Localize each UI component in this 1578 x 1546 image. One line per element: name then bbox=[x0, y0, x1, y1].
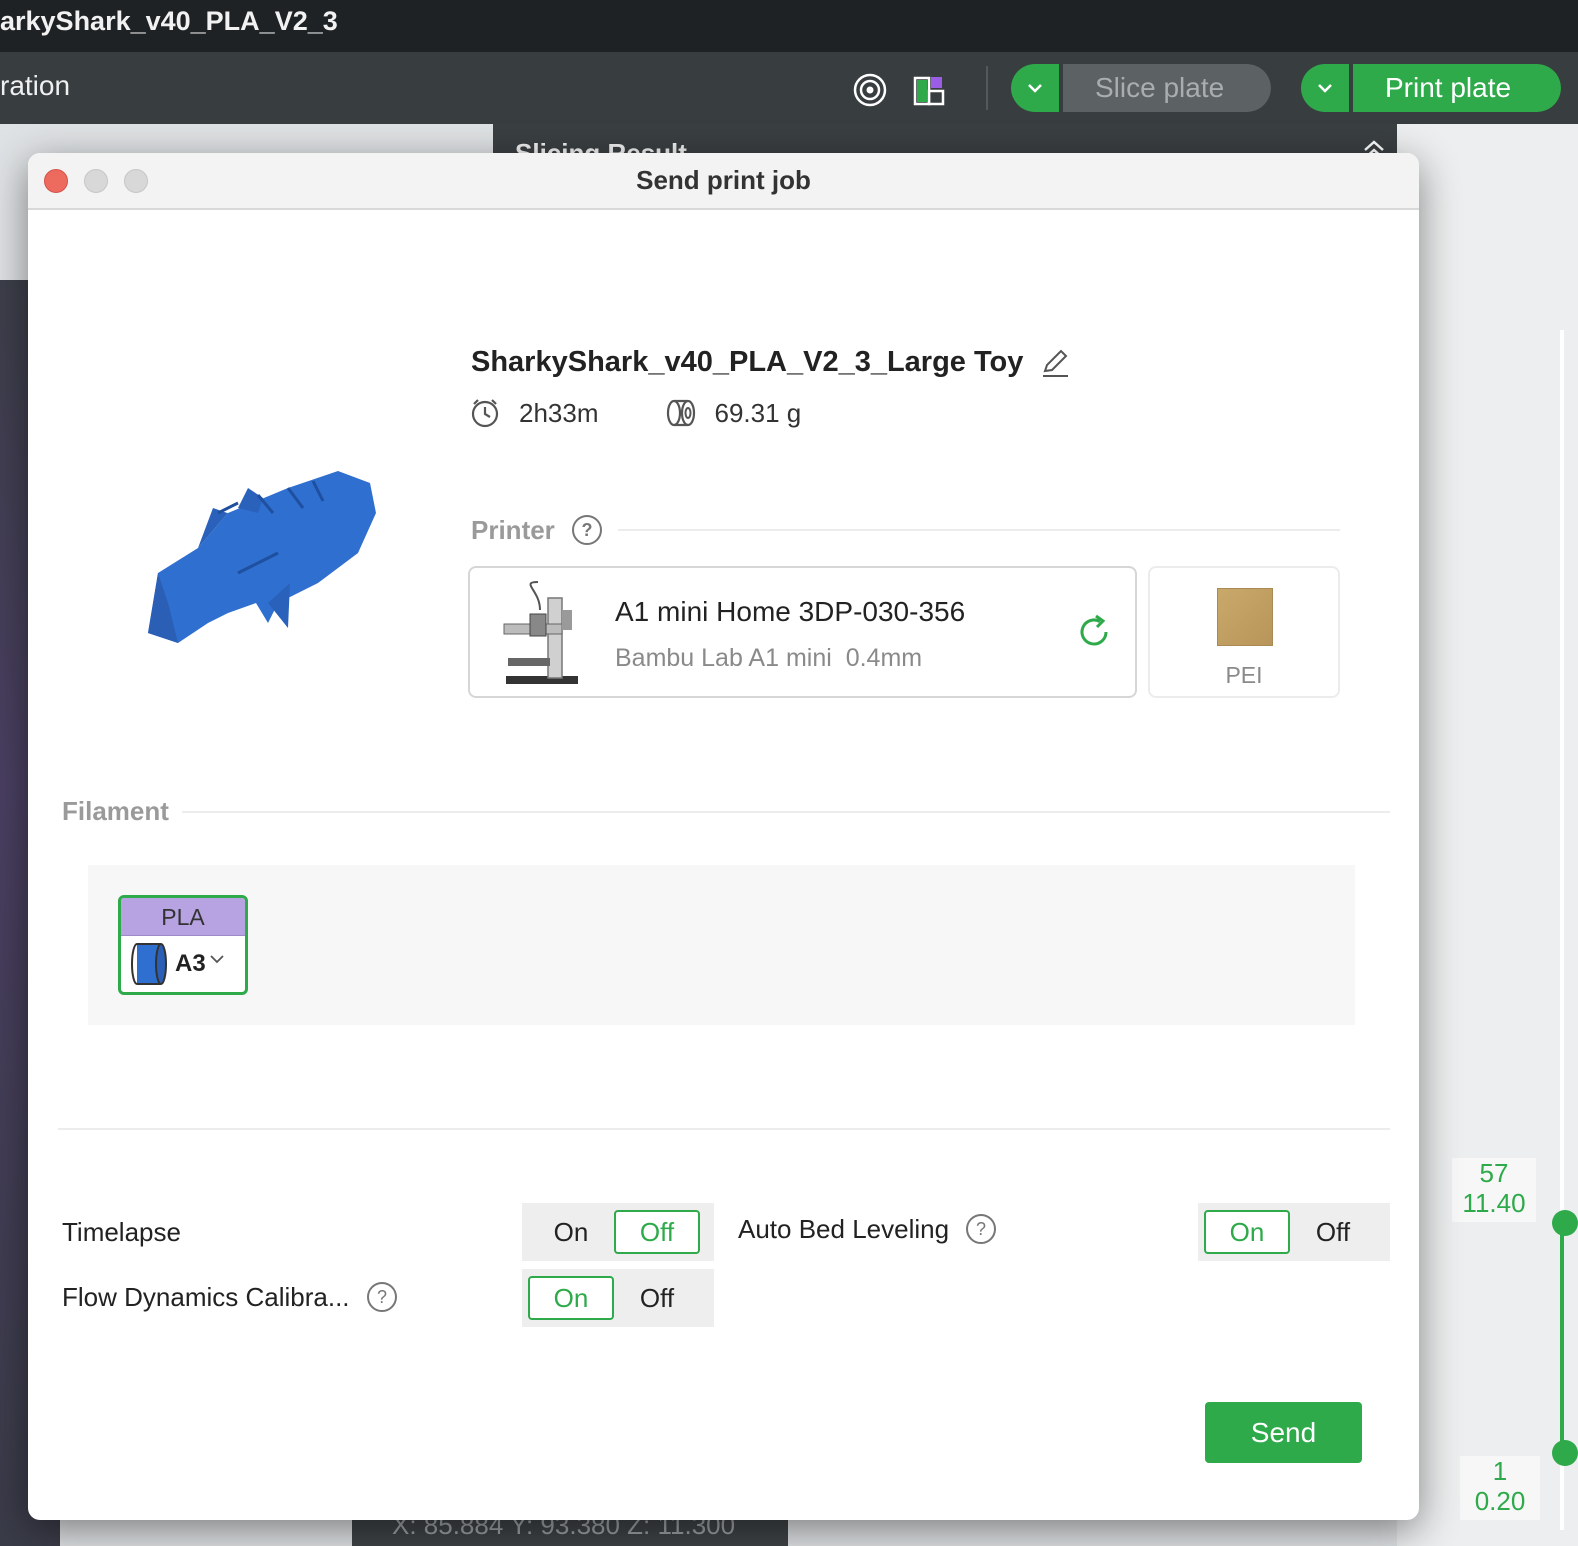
plate-type-card[interactable]: PEI bbox=[1148, 566, 1340, 698]
printer-name: A1 mini Home 3DP-030-356 bbox=[615, 596, 966, 627]
chevron-down-icon bbox=[1318, 84, 1332, 93]
printer-model: Bambu Lab A1 mini 0.4mm bbox=[615, 644, 922, 673]
print-options-dropdown[interactable] bbox=[1301, 64, 1349, 112]
print-time: 2h33m bbox=[519, 397, 599, 428]
settings-icon[interactable] bbox=[852, 72, 888, 108]
job-name-row: SharkyShark_v40_PLA_V2_3_Large Toy bbox=[471, 346, 1071, 379]
printer-section-label: Printer bbox=[471, 514, 555, 545]
layout-icon[interactable] bbox=[912, 72, 948, 108]
timelapse-off[interactable]: Off bbox=[614, 1210, 700, 1254]
timelapse-label-text: Timelapse bbox=[62, 1217, 181, 1247]
svg-text:?: ? bbox=[377, 1287, 387, 1307]
flow-dynamics-toggle: On Off bbox=[522, 1269, 714, 1327]
app-toolbar: ration Slice plate Print plate bbox=[0, 52, 1578, 124]
print-plate-split-button: Print plate bbox=[1301, 64, 1561, 112]
filament-slot: A3 bbox=[175, 950, 206, 977]
slice-plate-button[interactable]: Slice plate bbox=[1063, 64, 1271, 112]
clock-icon bbox=[471, 399, 499, 428]
help-icon[interactable]: ? bbox=[366, 1281, 398, 1313]
plate-swatch bbox=[1217, 588, 1273, 646]
nozzle-size: 0.4mm bbox=[845, 644, 923, 672]
filament-weight: 69.31 g bbox=[714, 397, 802, 428]
auto-bed-leveling-label-text: Auto Bed Leveling bbox=[738, 1213, 950, 1244]
layer-top-number: 57 bbox=[1479, 1158, 1509, 1188]
layer-slider-panel bbox=[1397, 124, 1578, 1546]
filament-section-header: Filament bbox=[62, 796, 169, 827]
model-thumbnail bbox=[148, 471, 376, 643]
layer-slider-top-handle[interactable] bbox=[1552, 1210, 1578, 1236]
filament-slot-card[interactable]: PLA A3 bbox=[118, 895, 248, 995]
toolbar-separator bbox=[986, 66, 988, 110]
job-name: SharkyShark_v40_PLA_V2_3_Large Toy bbox=[471, 346, 1024, 378]
filament-icon bbox=[666, 399, 695, 427]
slice-plate-split-button: Slice plate bbox=[1011, 64, 1271, 112]
send-button[interactable]: Send bbox=[1205, 1402, 1362, 1463]
slice-options-dropdown[interactable] bbox=[1011, 64, 1059, 112]
toolbar-tab-label[interactable]: ration bbox=[0, 70, 70, 102]
auto-bed-leveling-on[interactable]: On bbox=[1204, 1210, 1290, 1254]
print-time-stat: 2h33m bbox=[469, 397, 599, 429]
dialog-title: Send print job bbox=[636, 165, 811, 195]
flow-dynamics-label-text: Flow Dynamics Calibra... bbox=[62, 1281, 350, 1312]
auto-bed-leveling-toggle: On Off bbox=[1198, 1203, 1390, 1261]
filament-section-label: Filament bbox=[62, 796, 169, 826]
layer-bottom-label: 1 0.20 bbox=[1460, 1456, 1540, 1520]
edit-icon[interactable] bbox=[1039, 347, 1071, 379]
printer-model-name: Bambu Lab A1 mini bbox=[615, 644, 832, 672]
flow-dynamics-on[interactable]: On bbox=[528, 1276, 614, 1320]
send-print-job-dialog: Send print job SharkyShark_v40_PLA_V2_3_… bbox=[28, 153, 1419, 1520]
layer-top-height: 11.40 bbox=[1462, 1188, 1526, 1218]
layer-top-label: 57 11.40 bbox=[1452, 1158, 1536, 1222]
help-icon[interactable]: ? bbox=[965, 1213, 997, 1245]
print-plate-button[interactable]: Print plate bbox=[1353, 64, 1561, 112]
layer-bottom-height: 0.20 bbox=[1474, 1486, 1526, 1516]
layer-slider-bottom-handle[interactable] bbox=[1552, 1440, 1578, 1466]
printer-section-header: Printer ? bbox=[471, 514, 603, 546]
svg-text:?: ? bbox=[581, 520, 592, 540]
filament-type: PLA bbox=[121, 898, 245, 936]
filament-section-divider bbox=[182, 811, 1390, 813]
filament-slot-selector[interactable]: A3 bbox=[129, 942, 226, 986]
printer-image bbox=[503, 581, 578, 684]
flow-dynamics-off[interactable]: Off bbox=[614, 1276, 700, 1320]
timelapse-label: Timelapse bbox=[62, 1217, 181, 1248]
chevron-down-icon bbox=[210, 955, 224, 964]
printer-card[interactable]: A1 mini Home 3DP-030-356 Bambu Lab A1 mi… bbox=[468, 566, 1137, 698]
layer-bottom-number: 1 bbox=[1492, 1456, 1508, 1486]
job-stats: 2h33m 69.31 g bbox=[469, 397, 801, 429]
filament-weight-stat: 69.31 g bbox=[665, 397, 802, 429]
timelapse-on[interactable]: On bbox=[528, 1210, 614, 1254]
refresh-icon[interactable] bbox=[1074, 612, 1114, 652]
auto-bed-leveling-off[interactable]: Off bbox=[1290, 1210, 1376, 1254]
printer-section-divider bbox=[618, 529, 1340, 531]
plate-type-label: PEI bbox=[1225, 662, 1263, 688]
svg-text:?: ? bbox=[976, 1219, 986, 1239]
app-titlebar: arkyShark_v40_PLA_V2_3 bbox=[0, 0, 1578, 52]
chevron-down-icon bbox=[1028, 84, 1042, 93]
options-divider bbox=[58, 1128, 1390, 1130]
auto-bed-leveling-label: Auto Bed Leveling ? bbox=[738, 1213, 997, 1245]
spool-icon bbox=[131, 943, 167, 985]
help-icon[interactable]: ? bbox=[571, 514, 603, 546]
layer-slider-range bbox=[1560, 1224, 1564, 1460]
filament-mapping-area: PLA A3 bbox=[88, 865, 1355, 1025]
dialog-titlebar: Send print job bbox=[28, 153, 1419, 210]
timelapse-toggle: On Off bbox=[522, 1203, 714, 1261]
flow-dynamics-label: Flow Dynamics Calibra... ? bbox=[62, 1281, 398, 1313]
app-title: arkyShark_v40_PLA_V2_3 bbox=[0, 6, 338, 36]
